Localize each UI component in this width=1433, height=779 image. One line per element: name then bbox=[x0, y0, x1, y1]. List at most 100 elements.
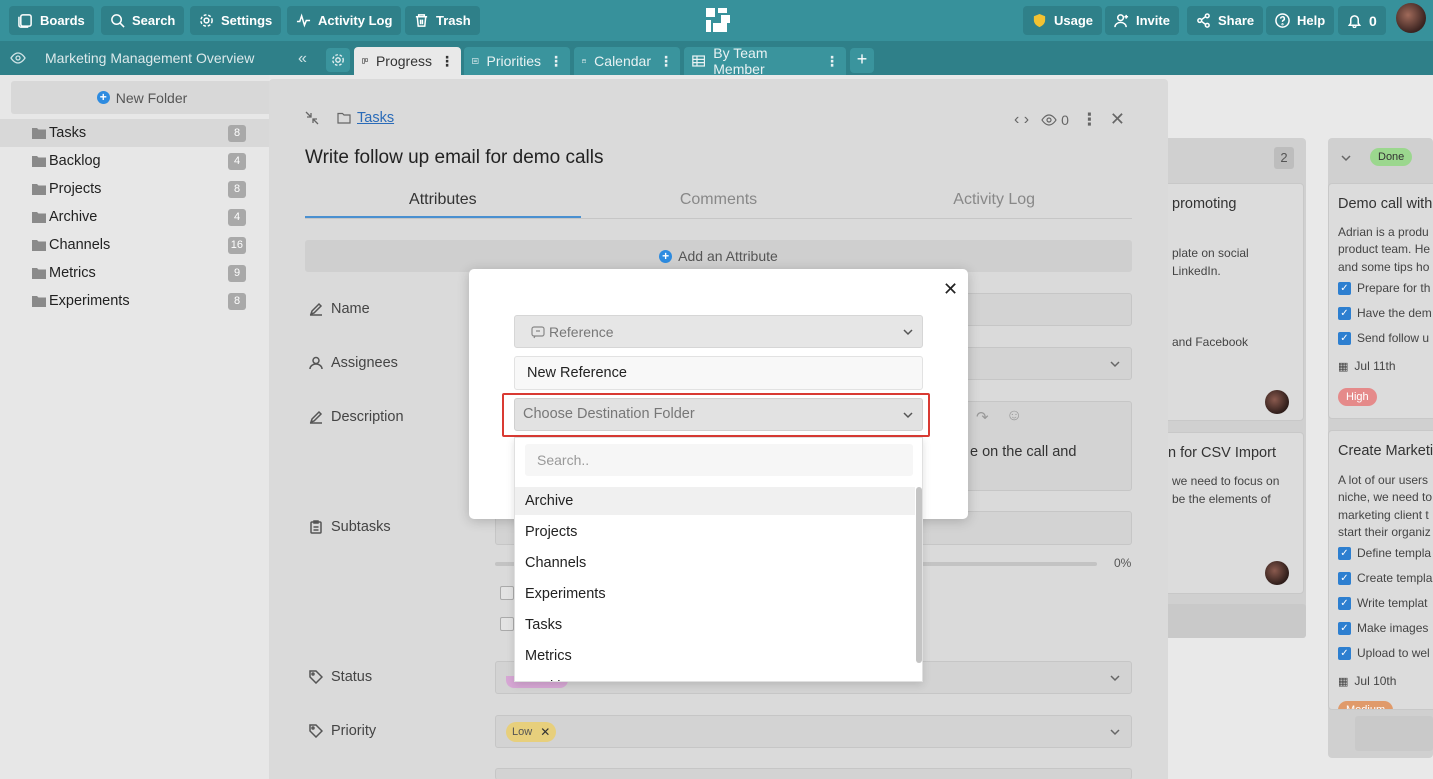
checklist-item: ✓ Define templa bbox=[1338, 546, 1431, 560]
view-settings-button[interactable] bbox=[326, 48, 350, 72]
new-folder-button[interactable]: + New Folder bbox=[11, 81, 273, 114]
share-button[interactable]: Share bbox=[1187, 6, 1264, 35]
tab-menu-icon[interactable]: ⋮ bbox=[549, 53, 563, 70]
attribute-type-select[interactable]: Reference bbox=[514, 315, 923, 348]
board-card[interactable]: Demo call with Adrian is a produ product… bbox=[1328, 183, 1433, 419]
folder-count-badge: 8 bbox=[228, 293, 246, 310]
tab-menu-icon[interactable]: ⋮ bbox=[825, 53, 839, 70]
app-logo-icon[interactable] bbox=[704, 6, 732, 34]
help-button[interactable]: Help bbox=[1266, 6, 1335, 35]
trash-icon bbox=[415, 14, 428, 27]
tab-attributes[interactable]: Attributes bbox=[305, 187, 581, 218]
redo-icon[interactable]: ↷ bbox=[976, 408, 989, 426]
checkbox-checked-icon: ✓ bbox=[1338, 331, 1351, 345]
priority-select[interactable] bbox=[495, 715, 1132, 748]
user-avatar[interactable] bbox=[1396, 3, 1426, 33]
add-card-area[interactable] bbox=[1160, 604, 1306, 638]
table-icon bbox=[692, 55, 706, 67]
destination-folder-select[interactable]: Choose Destination Folder bbox=[514, 398, 923, 431]
notifications-button[interactable]: 0 bbox=[1338, 6, 1386, 35]
tab-menu-icon[interactable]: ⋮ bbox=[659, 53, 673, 70]
priority-label: Priority bbox=[309, 723, 376, 739]
dropdown-scrollbar[interactable] bbox=[916, 487, 922, 663]
folder-option-experiments[interactable]: Experiments bbox=[515, 580, 915, 608]
boards-icon bbox=[18, 14, 32, 28]
folder-icon bbox=[32, 240, 46, 251]
breadcrumb-folder-link[interactable]: Tasks bbox=[357, 110, 394, 126]
avatar bbox=[1265, 561, 1289, 585]
description-label: Description bbox=[309, 409, 404, 425]
close-icon[interactable]: ✕ bbox=[1110, 109, 1125, 130]
checklist-item: ✓ Write templat bbox=[1338, 596, 1427, 610]
tab-progress[interactable]: Progress ⋮ bbox=[354, 47, 461, 75]
folder-icon bbox=[32, 156, 46, 167]
sidebar-item-channels[interactable]: Channels 16 bbox=[0, 231, 269, 259]
tag-icon bbox=[309, 724, 323, 738]
status-badge: Done bbox=[1370, 148, 1413, 166]
plus-circle-icon: + bbox=[659, 249, 673, 263]
folder-count-badge: 4 bbox=[228, 209, 246, 226]
pencil-icon bbox=[309, 302, 323, 316]
folder-option-channels[interactable]: Channels bbox=[515, 549, 915, 577]
sidebar-item-metrics[interactable]: Metrics 9 bbox=[0, 259, 269, 287]
chevron-down-icon bbox=[1110, 674, 1120, 681]
pencil-icon bbox=[309, 410, 323, 424]
tab-comments[interactable]: Comments bbox=[581, 187, 857, 218]
watchers[interactable]: 0 bbox=[1041, 112, 1069, 128]
folder-option-metrics[interactable]: Metrics bbox=[515, 642, 915, 670]
sidebar-item-tasks[interactable]: Tasks 8 bbox=[0, 119, 269, 147]
sidebar-item-backlog[interactable]: Backlog 4 bbox=[0, 147, 269, 175]
board-card[interactable]: Create Marketi A lot of our users niche,… bbox=[1328, 430, 1433, 710]
checkbox-checked-icon: ✓ bbox=[1338, 546, 1351, 560]
folder-option-backlog[interactable]: Backlog bbox=[515, 673, 915, 681]
folder-search-input[interactable] bbox=[525, 444, 913, 476]
eye-icon[interactable] bbox=[10, 51, 26, 65]
tab-calendar[interactable]: Calendar ⋮ bbox=[574, 47, 680, 75]
task-title[interactable]: Write follow up email for demo calls bbox=[305, 147, 603, 169]
search-button[interactable]: Search bbox=[101, 6, 185, 35]
tab-priorities[interactable]: Priorities ⋮ bbox=[464, 47, 570, 75]
folder-option-tasks[interactable]: Tasks bbox=[515, 611, 915, 639]
more-options-icon[interactable]: ⋮ bbox=[1081, 110, 1098, 130]
due-date: ▦ Jul 11th bbox=[1338, 359, 1396, 373]
add-card-area[interactable] bbox=[1355, 716, 1433, 751]
board-card[interactable]: n for CSV Import we need to focus on be … bbox=[1160, 432, 1304, 594]
boards-button[interactable]: Boards bbox=[9, 6, 94, 35]
chevron-down-icon bbox=[903, 411, 913, 418]
settings-button[interactable]: Settings bbox=[190, 6, 282, 35]
minimize-icon[interactable] bbox=[305, 111, 319, 125]
tab-menu-icon[interactable]: ⋮ bbox=[440, 53, 454, 70]
add-user-icon bbox=[1114, 14, 1129, 28]
sidebar-item-projects[interactable]: Projects 8 bbox=[0, 175, 269, 203]
next-attribute-field[interactable] bbox=[495, 768, 1132, 779]
add-attribute-button[interactable]: + Add an Attribute bbox=[305, 240, 1132, 272]
folder-option-archive[interactable]: Archive bbox=[515, 487, 915, 515]
checkbox-checked-icon: ✓ bbox=[1338, 646, 1351, 660]
status-label: Status bbox=[309, 669, 372, 685]
remove-tag-icon[interactable]: ✕ bbox=[540, 725, 550, 739]
tab-by-team-member[interactable]: By Team Member ⋮ bbox=[684, 45, 846, 77]
emoji-icon[interactable]: ☺ bbox=[1006, 407, 1022, 425]
add-view-button[interactable]: + bbox=[850, 48, 874, 73]
usage-button[interactable]: Usage bbox=[1023, 6, 1103, 35]
tab-activity-log[interactable]: Activity Log bbox=[856, 187, 1132, 218]
sidebar-item-experiments[interactable]: Experiments 8 bbox=[0, 287, 269, 315]
close-icon[interactable]: ✕ bbox=[943, 279, 958, 300]
trash-button[interactable]: Trash bbox=[405, 6, 480, 35]
avatar bbox=[1265, 390, 1289, 414]
sidebar-item-archive[interactable]: Archive 4 bbox=[0, 203, 269, 231]
list-icon bbox=[472, 58, 479, 64]
collapse-sidebar-icon[interactable]: « bbox=[298, 50, 307, 68]
subtask-checkbox[interactable] bbox=[500, 617, 514, 631]
reference-icon bbox=[531, 325, 545, 338]
invite-button[interactable]: Invite bbox=[1105, 6, 1179, 35]
activity-log-button[interactable]: Activity Log bbox=[287, 6, 402, 35]
checkbox-checked-icon: ✓ bbox=[1338, 281, 1351, 295]
folder-option-projects[interactable]: Projects bbox=[515, 518, 915, 546]
subtask-checkbox[interactable] bbox=[500, 586, 514, 600]
chevron-down-icon[interactable] bbox=[1340, 152, 1352, 164]
board-card[interactable]: promoting plate on social LinkedIn. and … bbox=[1160, 183, 1304, 421]
reference-name-input[interactable]: New Reference bbox=[514, 356, 923, 390]
checklist-item: ✓ Create templa bbox=[1338, 571, 1432, 585]
code-icon[interactable]: ‹ › bbox=[1014, 111, 1029, 129]
